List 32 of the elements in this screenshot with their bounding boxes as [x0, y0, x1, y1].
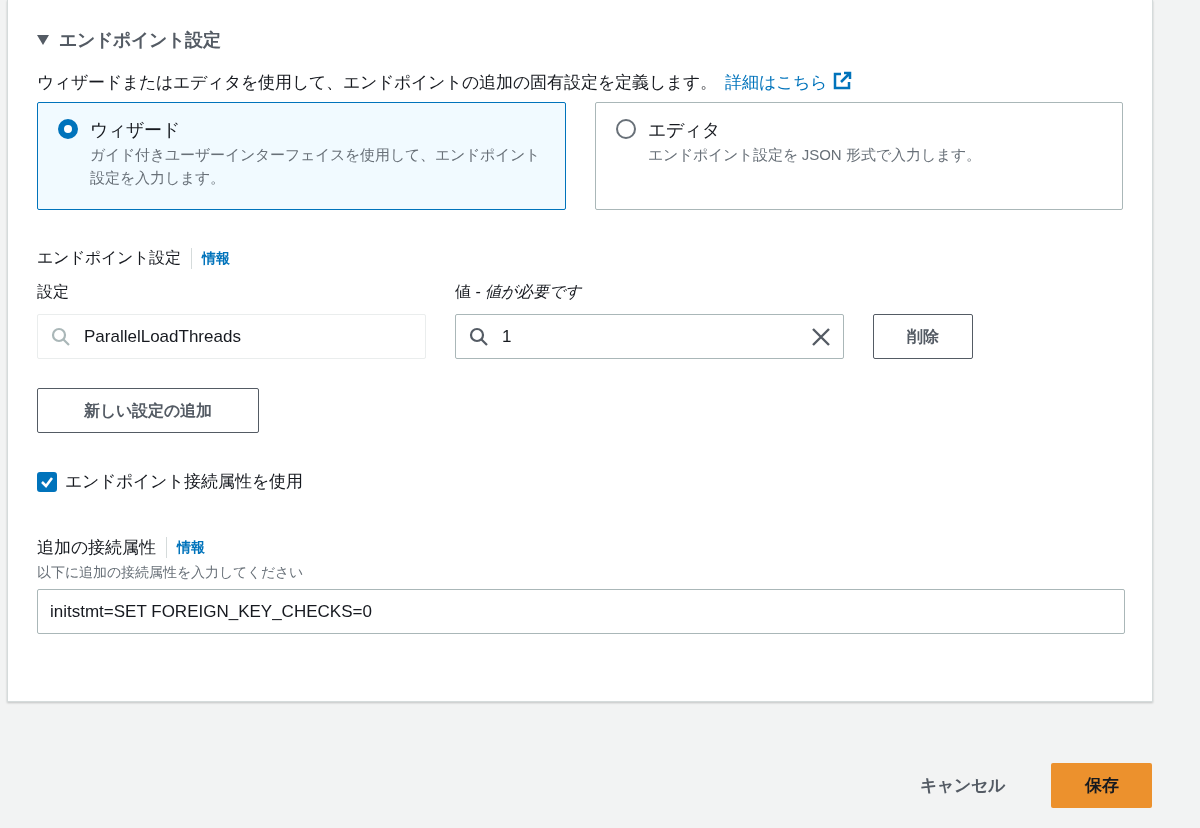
radio-button[interactable] [615, 119, 636, 139]
option-label: ウィザード [90, 119, 181, 142]
checkbox-label[interactable]: エンドポイント接続属性を使用 [65, 469, 303, 495]
column-label: 設定 [37, 282, 70, 302]
column-label: 値 - 値が必要です [455, 282, 582, 302]
option-description: エンドポイント設定を JSON 形式で入力します。 [647, 145, 981, 165]
radio-button[interactable] [58, 119, 78, 139]
add-setting-button[interactable]: 新しい設定の追加 [37, 388, 259, 433]
cancel-button[interactable]: キャンセル [914, 771, 1011, 800]
delete-button[interactable]: 削除 [873, 314, 973, 359]
search-icon [469, 327, 489, 347]
mode-option-card[interactable]: ウィザード ガイド付きユーザーインターフェイスを使用して、エンドポイント設定を入力します。 [37, 102, 566, 210]
save-button[interactable]: 保存 [1051, 763, 1152, 808]
input-field[interactable]: initstmt=SET FOREIGN_KEY_CHECKS=0 [37, 589, 1125, 634]
section-title[interactable]: エンドポイント設定 [59, 26, 221, 54]
field-label: エンドポイント設定 [37, 248, 181, 268]
input-field[interactable]: 1 [455, 314, 844, 359]
description-text: ウィザードまたはエディタを使用して、エンドポイントの追加の固有設定を定義します。 [37, 73, 717, 92]
caret-icon[interactable] [37, 35, 49, 45]
option-label: エディタ [647, 119, 721, 142]
checkbox[interactable] [37, 471, 57, 492]
clear-icon[interactable] [812, 328, 830, 346]
learn-more-link[interactable]: 詳細はこちら [725, 73, 852, 92]
info-link[interactable]: 情報 [191, 247, 230, 269]
mode-option-card[interactable]: エディタ エンドポイント設定を JSON 形式で入力します。 [594, 102, 1123, 210]
field-hint: 以下に追加の接続属性を入力してください [37, 563, 304, 582]
external-link-icon [831, 71, 852, 91]
field-label: 追加の接続属性 [37, 536, 156, 559]
option-description: ガイド付きユーザーインターフェイスを使用して、エンドポイント設定を入力します。 [90, 145, 541, 188]
search-icon [51, 327, 71, 347]
input-field[interactable]: ParallelLoadThreads [37, 314, 426, 359]
info-link[interactable]: 情報 [166, 536, 205, 558]
